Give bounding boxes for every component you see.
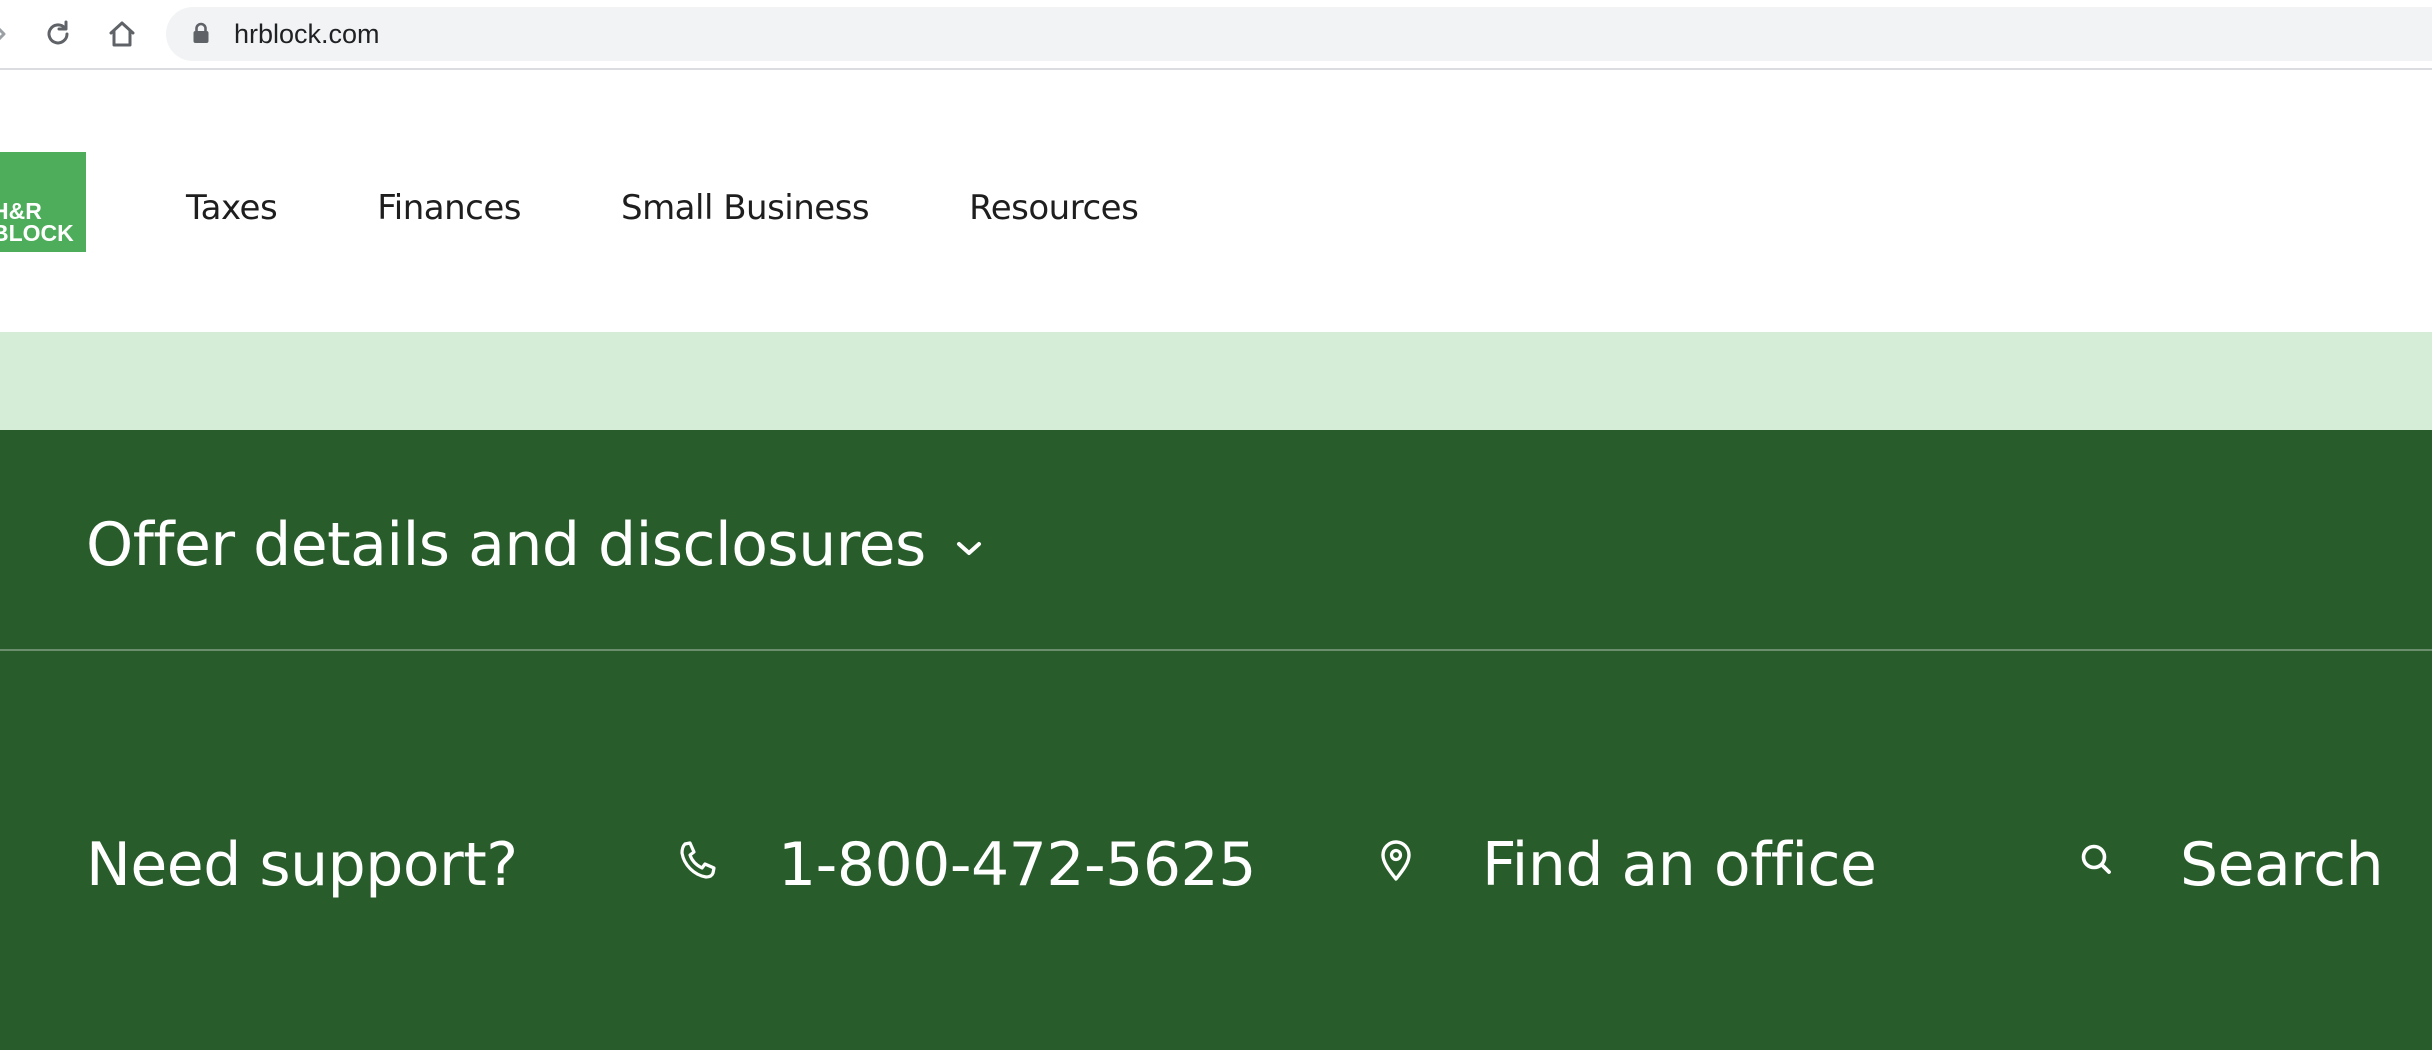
- nav-item-finances[interactable]: Finances: [377, 188, 521, 228]
- footer: Offer details and disclosures Need suppo…: [0, 430, 2432, 1050]
- need-support-label: Need support?: [86, 830, 518, 900]
- lock-icon: [193, 22, 209, 43]
- nav-item-taxes[interactable]: Taxes: [186, 188, 278, 228]
- nav-item-resources[interactable]: Resources: [969, 188, 1139, 228]
- home-button[interactable]: [104, 16, 140, 52]
- find-office-link[interactable]: Find an office: [1376, 830, 1877, 900]
- forward-icon[interactable]: [0, 20, 10, 48]
- browser-toolbar: hrblock.com: [0, 0, 2432, 70]
- home-icon: [109, 21, 135, 47]
- search-label: Search: [2180, 830, 2384, 900]
- search-link[interactable]: Search: [2076, 830, 2384, 900]
- chevron-down-icon: [956, 542, 981, 555]
- logo-line-2: BLOCK: [0, 220, 74, 246]
- site-header: H&R BLOCK Taxes Finances Small Business …: [0, 72, 2432, 332]
- offer-disclosures-label: Offer details and disclosures: [86, 510, 926, 580]
- nav-item-small-business[interactable]: Small Business: [621, 188, 870, 228]
- promo-band: [0, 332, 2432, 430]
- reload-icon: [47, 20, 69, 45]
- phone-link[interactable]: 1-800-472-5625: [676, 830, 1256, 900]
- reload-button[interactable]: [40, 16, 76, 52]
- offer-disclosures-toggle[interactable]: Offer details and disclosures: [86, 510, 984, 580]
- location-pin-icon: [1381, 840, 1411, 881]
- support-row: Need support? 1-800-472-5625 Find an off…: [0, 830, 2432, 970]
- logo-text: H&R BLOCK: [0, 198, 74, 246]
- find-office-label: Find an office: [1482, 830, 1877, 900]
- phone-number: 1-800-472-5625: [778, 830, 1256, 900]
- phone-icon: [680, 841, 716, 879]
- hr-block-logo[interactable]: H&R BLOCK: [0, 152, 86, 252]
- search-icon: [2081, 844, 2111, 874]
- url-text[interactable]: hrblock.com: [234, 7, 380, 61]
- logo-line-1: H&R: [0, 198, 42, 224]
- address-bar[interactable]: hrblock.com: [166, 7, 2432, 61]
- main-nav: Taxes Finances Small Business Resources: [186, 188, 1139, 228]
- footer-divider: [0, 649, 2432, 651]
